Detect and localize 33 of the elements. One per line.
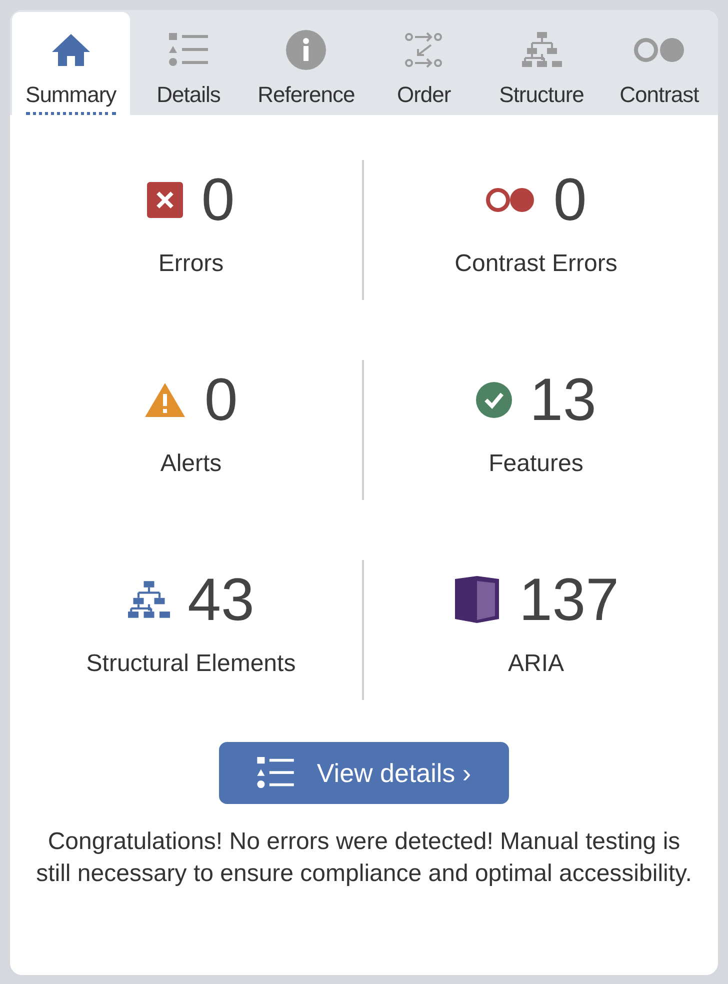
count: 43 — [188, 565, 254, 635]
stat-label: Structural Elements — [86, 649, 296, 679]
contrast-icon — [633, 37, 686, 63]
tab[interactable]: Summary — [12, 12, 130, 115]
count: 137 — [518, 565, 620, 635]
stat-label: Contrast Errors — [454, 249, 618, 279]
warning-icon — [144, 382, 186, 418]
stat-label: Alerts — [160, 449, 222, 479]
tab[interactable]: Contrast — [600, 12, 718, 115]
result-message: Congratulations! No errors were detected! Manual testing is still necessary to ensure compliance and optimal accessibility. — [35, 827, 693, 889]
tab[interactable]: Structure — [482, 12, 600, 115]
hierarchy-icon — [128, 579, 170, 621]
home-icon — [50, 32, 92, 68]
stat-label: ARIA — [508, 649, 564, 679]
error-icon — [147, 182, 184, 218]
count: 0 — [553, 165, 587, 235]
stat-label: Features — [488, 449, 584, 479]
list-icon — [168, 33, 208, 67]
tab[interactable]: Details — [130, 12, 248, 115]
count: 13 — [530, 365, 596, 435]
count: 0 — [204, 365, 238, 435]
stat-label: Errors — [158, 249, 224, 279]
info-icon — [286, 30, 326, 70]
list-icon — [256, 757, 295, 789]
order-icon — [404, 30, 444, 70]
checkmark-icon — [476, 382, 512, 418]
contrast-icon — [485, 187, 536, 213]
view-details-button[interactable]: View details › — [219, 742, 509, 804]
hierarchy-icon — [522, 30, 562, 70]
box-icon — [452, 576, 501, 624]
tab[interactable]: Order — [365, 12, 483, 115]
tab[interactable]: Reference — [247, 12, 366, 115]
count: 0 — [201, 165, 235, 235]
